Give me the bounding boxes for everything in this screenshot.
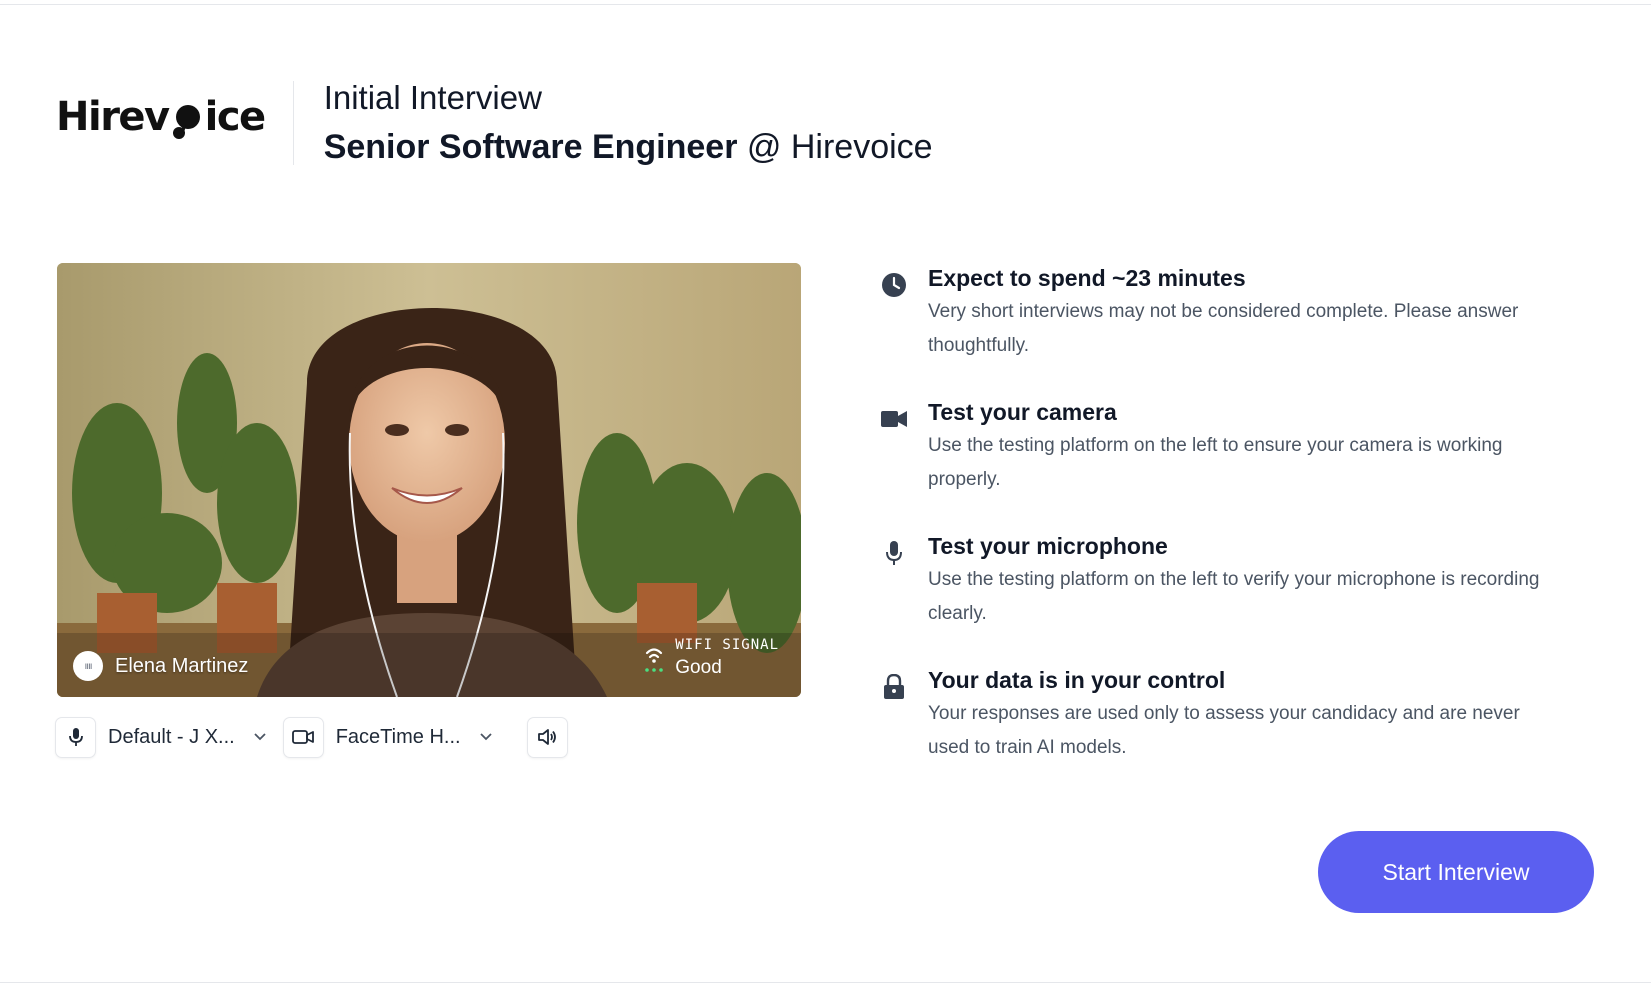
company-name: @ Hirevoice bbox=[737, 128, 933, 166]
chevron-down-icon[interactable] bbox=[479, 732, 493, 742]
microphone-icon bbox=[68, 728, 83, 746]
bottom-divider bbox=[0, 982, 1651, 983]
role-title: Senior Software Engineer bbox=[323, 128, 738, 166]
wifi-icon bbox=[643, 643, 665, 673]
info-item-camera: Test your camera Use the testing platfor… bbox=[880, 397, 1580, 497]
page-header: Hirev ice Initial Interview Senior Softw… bbox=[56, 78, 933, 168]
info-title: Your data is in your control bbox=[928, 667, 1226, 693]
wifi-label: WIFI SIGNAL bbox=[675, 637, 779, 653]
logo-pin-icon bbox=[170, 97, 204, 139]
lock-icon bbox=[880, 673, 908, 701]
info-item-microphone: Test your microphone Use the testing pla… bbox=[880, 531, 1580, 631]
start-interview-button[interactable]: Start Interview bbox=[1318, 831, 1594, 913]
role-line: Senior Software Engineer @ Hirevoice bbox=[324, 127, 933, 167]
microphone-button[interactable] bbox=[55, 716, 96, 758]
participant-label: ıııı Elena Martinez bbox=[73, 651, 248, 681]
info-title: Test your camera bbox=[928, 399, 1117, 425]
hirevoice-logo: Hirev ice bbox=[56, 82, 267, 152]
header-divider bbox=[292, 81, 294, 165]
video-camera-icon bbox=[880, 405, 908, 433]
participant-name: Elena Martinez bbox=[115, 654, 249, 677]
info-description: Very short interviews may not be conside… bbox=[928, 301, 1519, 356]
info-item-duration: Expect to spend ~23 minutes Very short i… bbox=[880, 263, 1580, 363]
info-description: Your responses are used only to assess y… bbox=[928, 703, 1520, 758]
speaker-icon bbox=[538, 729, 556, 745]
device-controls: Default - J X... FaceTime H... bbox=[55, 716, 568, 758]
camera-preview: ıııı Elena Martinez WIFI SIGNAL Good bbox=[57, 263, 801, 697]
info-title: Expect to spend ~23 minutes bbox=[928, 265, 1246, 291]
microphone-select[interactable]: Default - J X... bbox=[55, 716, 267, 758]
info-title: Test your microphone bbox=[928, 533, 1168, 559]
chevron-down-icon[interactable] bbox=[253, 732, 267, 742]
logo-text-right: ice bbox=[204, 94, 267, 140]
microphone-icon bbox=[880, 539, 908, 567]
camera-device-label[interactable]: FaceTime H... bbox=[336, 726, 461, 749]
info-item-data-privacy: Your data is in your control Your respon… bbox=[880, 665, 1580, 765]
interview-type: Initial Interview bbox=[323, 79, 542, 116]
video-camera-icon bbox=[292, 730, 315, 744]
wifi-text: WIFI SIGNAL Good bbox=[675, 637, 779, 679]
camera-feed-image bbox=[57, 263, 801, 697]
title-block: Initial Interview Senior Software Engine… bbox=[324, 79, 933, 167]
top-divider bbox=[0, 4, 1651, 5]
audio-level-icon: ıııı bbox=[73, 651, 103, 681]
clock-icon bbox=[880, 271, 908, 299]
camera-button[interactable] bbox=[282, 716, 324, 758]
info-description: Use the testing platform on the left to … bbox=[928, 569, 1540, 624]
logo-text-left: Hirev bbox=[56, 94, 170, 140]
microphone-device-label[interactable]: Default - J X... bbox=[108, 726, 235, 749]
wifi-signal-indicator: WIFI SIGNAL Good bbox=[643, 637, 779, 679]
info-description: Use the testing platform on the left to … bbox=[928, 435, 1503, 490]
interview-info-list: Expect to spend ~23 minutes Very short i… bbox=[880, 263, 1580, 799]
wifi-status: Good bbox=[675, 657, 722, 678]
camera-select[interactable]: FaceTime H... bbox=[282, 716, 493, 758]
speaker-test-button[interactable] bbox=[526, 716, 568, 758]
